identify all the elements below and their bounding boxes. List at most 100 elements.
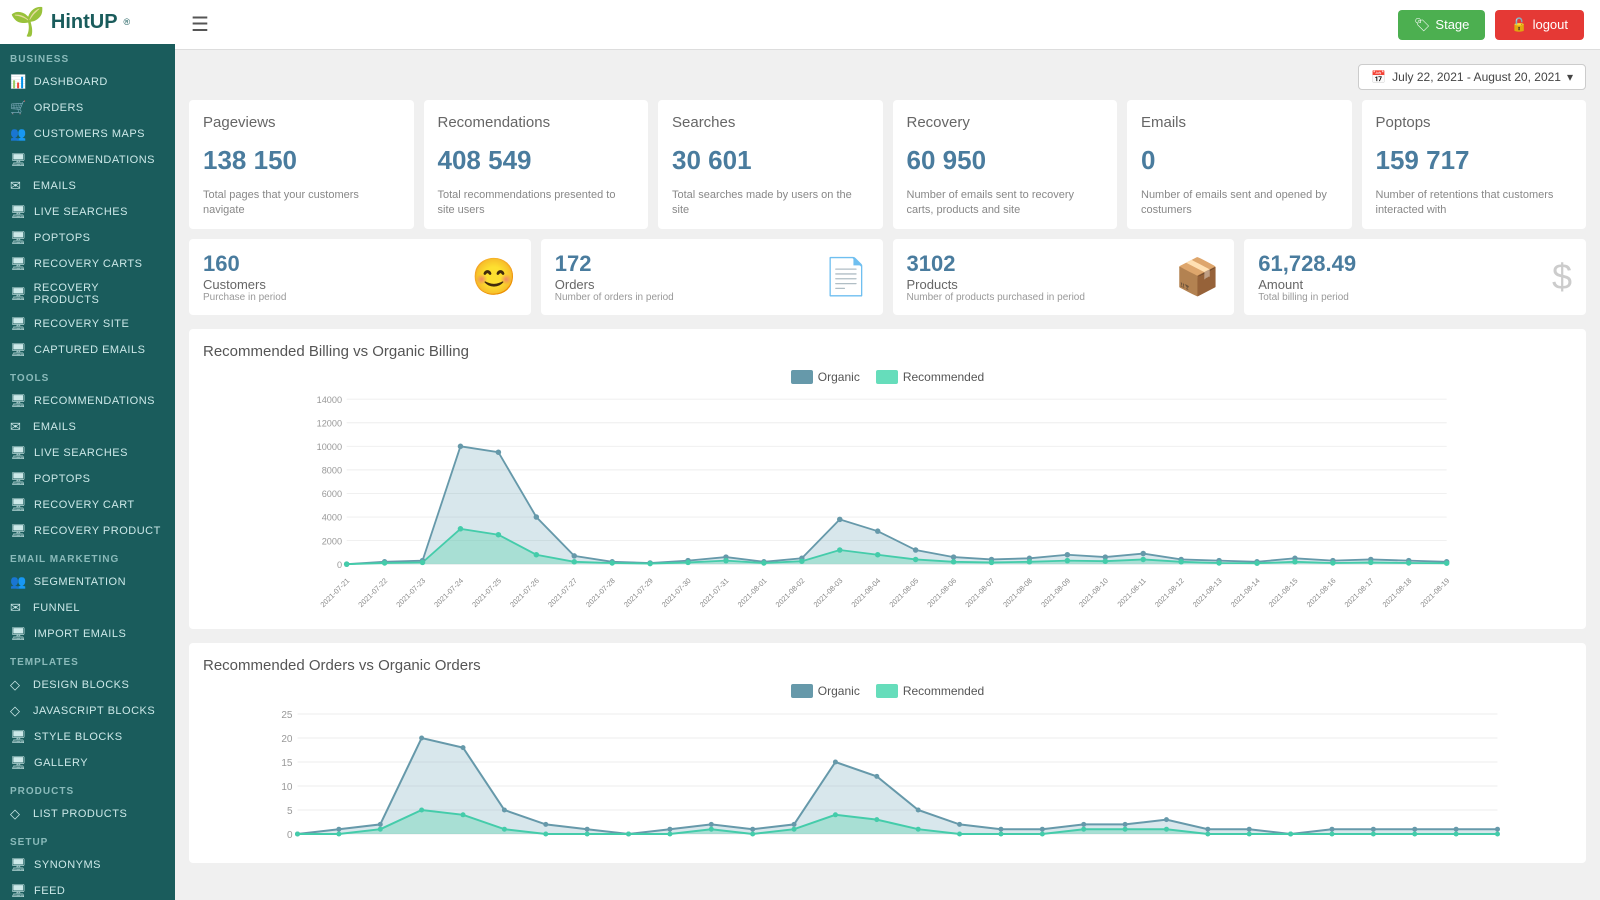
svg-text:2021-08-13: 2021-08-13: [1191, 576, 1224, 609]
sidebar-item-tools-poptops[interactable]: 🖥POPTOPS: [0, 466, 175, 492]
card-title-recovery: Recovery: [907, 114, 1104, 131]
live-searches-label: LIVE SEARCHES: [34, 206, 128, 218]
svg-text:2021-08-08: 2021-08-08: [1001, 576, 1034, 609]
svg-text:2021-07-21: 2021-07-21: [318, 576, 351, 609]
sidebar-item-javascript-blocks[interactable]: ◇JAVASCRIPT BLOCKS: [0, 698, 175, 724]
sidebar-item-captured-emails[interactable]: 🖥CAPTURED EMAILS: [0, 337, 175, 363]
sidebar-item-recovery-carts[interactable]: 🖥RECOVERY CARTS: [0, 251, 175, 277]
svg-text:2021-07-23: 2021-07-23: [394, 576, 427, 609]
sidebar-item-style-blocks[interactable]: 🖥STYLE BLOCKS: [0, 724, 175, 750]
svg-text:2021-07-24: 2021-07-24: [432, 576, 465, 609]
sidebar-section-email-marketing: EMAIL MARKETING: [0, 544, 175, 569]
card-desc-pageviews: Total pages that your customers navigate: [203, 188, 400, 219]
svg-text:10000: 10000: [317, 442, 342, 452]
mini-label-orders: Orders: [555, 277, 674, 292]
feed-icon: 🖥: [10, 883, 27, 899]
svg-text:2021-07-30: 2021-07-30: [660, 576, 693, 609]
stat-cards-row: Pageviews 138 150 Total pages that your …: [189, 100, 1586, 229]
sidebar-item-tools-emails[interactable]: ✉ EMAILS: [0, 414, 175, 440]
design-blocks-label: DESIGN BLOCKS: [33, 679, 129, 691]
emails-label: EMAILS: [33, 180, 76, 192]
sidebar-item-live-searches[interactable]: 🖥 LIVE SEARCHES: [0, 199, 175, 225]
svg-text:2021-07-22: 2021-07-22: [356, 576, 389, 609]
import-emails-label: IMPORT EMAILS: [34, 628, 126, 640]
logo-tm: ®: [124, 17, 131, 27]
mini-icon-products: 📦: [1175, 256, 1220, 298]
mini-label-products: Products: [907, 277, 1085, 292]
live-searches-icon: 🖥: [10, 204, 27, 220]
stat-card-poptops: Poptops 159 717 Number of retentions tha…: [1362, 100, 1587, 229]
sidebar-item-recovery-products[interactable]: 🖥RECOVERY PRODUCTS: [0, 277, 175, 311]
recommendations-label: RECOMMENDATIONS: [34, 154, 155, 166]
sidebar-item-funnel[interactable]: ✉FUNNEL: [0, 595, 175, 621]
svg-text:2021-08-02: 2021-08-02: [774, 576, 807, 609]
orders-legend-recommended: Recommended: [876, 684, 984, 698]
sidebar-item-tools-live-searches[interactable]: 🖥LIVE SEARCHES: [0, 440, 175, 466]
logout-button[interactable]: 🔓 logout: [1495, 10, 1584, 40]
synonyms-label: SYNONYMS: [34, 859, 101, 871]
mini-desc-products: Number of products purchased in period: [907, 292, 1085, 303]
sidebar-item-emails[interactable]: ✉EMAILS: [0, 173, 175, 199]
orders-svg: 0510152025: [203, 704, 1572, 844]
sidebar-section-setup: SETUP: [0, 827, 175, 852]
svg-text:2021-08-14: 2021-08-14: [1229, 576, 1262, 609]
card-title-emails: Emails: [1141, 114, 1338, 131]
sidebar-item-segmentation[interactable]: 👥SEGMENTATION: [0, 569, 175, 595]
sidebar-item-dashboard[interactable]: 📊DASHBOARD: [0, 69, 175, 95]
tools-emails-label: EMAILS: [33, 421, 76, 433]
poptops-label: POPTOPS: [34, 232, 90, 244]
legend-recommended: Recommended: [876, 370, 984, 384]
sidebar-item-synonyms[interactable]: 🖥SYNONYMS: [0, 852, 175, 878]
sidebar-item-tools-recovery-cart[interactable]: 🖥RECOVERY CART: [0, 492, 175, 518]
card-title-searches: Searches: [672, 114, 869, 131]
sidebar-item-design-blocks[interactable]: ◇ DESIGN BLOCKS: [0, 672, 175, 698]
sidebar-item-tools-recovery-product[interactable]: 🖥RECOVERY PRODUCT: [0, 518, 175, 544]
sidebar-section-products: PRODUCTS: [0, 776, 175, 801]
stage-button[interactable]: 🏷 Stage: [1398, 10, 1486, 40]
orders-legend-organic-label: Organic: [818, 684, 860, 698]
sidebar-section-business: BUSINESS: [0, 44, 175, 69]
sidebar-item-gallery[interactable]: 🖥 GALLERY: [0, 750, 175, 776]
logo-area: 🌱 HintUP®: [0, 0, 175, 44]
svg-text:0: 0: [287, 830, 293, 841]
calendar-icon: 📅: [1371, 70, 1386, 84]
orders-chart-section: Recommended Orders vs Organic Orders Org…: [189, 643, 1586, 863]
sidebar-item-recovery-site[interactable]: 🖥RECOVERY SITE: [0, 311, 175, 337]
sidebar-item-customers-maps[interactable]: 👥CUSTOMERS MAPS: [0, 121, 175, 147]
date-picker-button[interactable]: 📅 July 22, 2021 - August 20, 2021 ▾: [1358, 64, 1586, 90]
card-desc-emails: Number of emails sent and opened by cost…: [1141, 188, 1338, 219]
sidebar-item-poptops[interactable]: 🖥POPTOPS: [0, 225, 175, 251]
card-value-recommendations: 408 549: [438, 145, 635, 176]
mini-label-customers: Customers: [203, 277, 286, 292]
orders-legend-recommended-label: Recommended: [903, 684, 984, 698]
gallery-icon: 🖥: [10, 755, 27, 771]
style-blocks-icon: 🖥: [10, 729, 27, 745]
svg-text:2021-08-18: 2021-08-18: [1381, 576, 1414, 609]
segmentation-label: SEGMENTATION: [34, 576, 126, 588]
topbar: ☰ 🏷 Stage 🔓 logout: [175, 0, 1600, 50]
recovery-products-label: RECOVERY PRODUCTS: [34, 282, 165, 306]
orders-chart-legend: Organic Recommended: [203, 684, 1572, 698]
billing-chart-title: Recommended Billing vs Organic Billing: [203, 343, 1572, 360]
sidebar-item-recommendations[interactable]: 🖥RECOMMENDATIONS: [0, 147, 175, 173]
design-blocks-icon: ◇: [10, 677, 26, 693]
svg-text:10: 10: [281, 782, 293, 793]
logout-icon: 🔓: [1511, 17, 1527, 33]
stat-card-recommendations: Recomendations 408 549 Total recommendat…: [424, 100, 649, 229]
sidebar-item-import-emails[interactable]: 🖥IMPORT EMAILS: [0, 621, 175, 647]
hamburger-icon[interactable]: ☰: [191, 12, 209, 37]
tools-recommendations-label: RECOMMENDATIONS: [34, 395, 155, 407]
svg-text:2021-08-12: 2021-08-12: [1153, 576, 1186, 609]
sidebar-item-list-products[interactable]: ◇LIST PRODUCTS: [0, 801, 175, 827]
mini-card-left-orders: 172 Orders Number of orders in period: [555, 251, 674, 303]
svg-text:2021-07-25: 2021-07-25: [470, 576, 503, 609]
sidebar-item-feed[interactable]: 🖥FEED: [0, 878, 175, 900]
orders-chart-title: Recommended Orders vs Organic Orders: [203, 657, 1572, 674]
tools-recovery-product-icon: 🖥: [10, 523, 27, 539]
billing-chart-section: Recommended Billing vs Organic Billing O…: [189, 329, 1586, 629]
sidebar-item-orders[interactable]: 🛒ORDERS: [0, 95, 175, 121]
stat-card-emails: Emails 0 Number of emails sent and opene…: [1127, 100, 1352, 229]
gallery-label: GALLERY: [34, 757, 88, 769]
sidebar-item-tools-recommendations[interactable]: 🖥RECOMMENDATIONS: [0, 388, 175, 414]
tools-emails-icon: ✉: [10, 419, 26, 435]
